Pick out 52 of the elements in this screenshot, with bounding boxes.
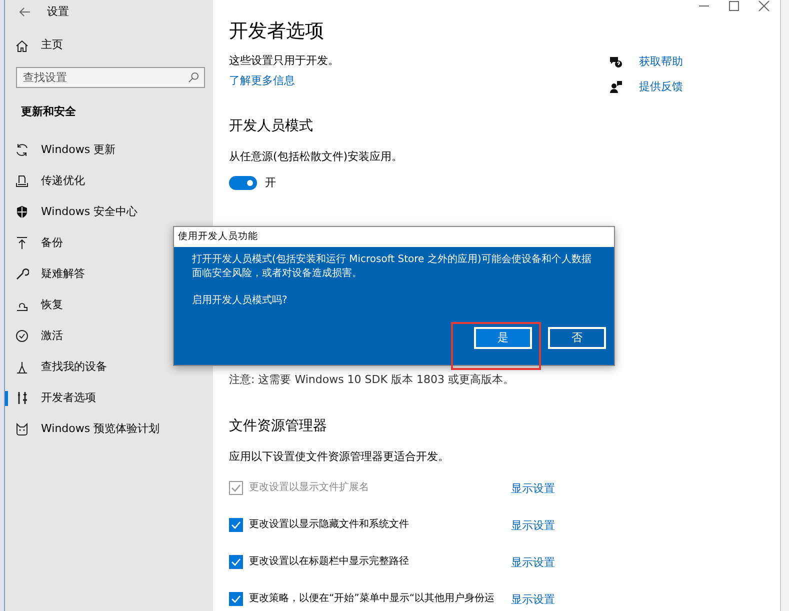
show-settings-link[interactable]: 显示设置 [511,592,555,609]
checkbox[interactable] [229,592,243,606]
checkbox-label: 更改设置以显示隐藏文件和系统文件 [249,518,410,532]
sidebar-item[interactable]: Windows 更新 [5,134,213,166]
description-text: 从任意源(包括松散文件)安装应用。 [229,148,404,165]
section-heading: 更新和安全 [21,104,77,120]
check-circle-icon [15,329,29,343]
checkbox-label: 更改设置以在标题栏中显示完整路径 [249,555,410,570]
chat-help-icon [609,55,623,70]
show-settings-link[interactable]: 显示设置 [511,518,555,535]
note-text: 注意: 这需要 Windows 10 SDK 版本 1803 或更高版本。 [229,372,515,388]
search-field[interactable]: 查找设置 [16,67,205,88]
wrench-icon [15,267,29,281]
intro-text: 这些设置只用于开发。 [229,52,340,69]
sync-icon [15,143,29,157]
cat-icon [15,422,29,436]
section-heading: 文件资源管理器 [229,418,328,435]
sidebar-item[interactable]: 传递优化 [5,166,213,196]
checkbox-label: 更改设置以显示文件扩展名 [249,481,370,496]
feedback-icon [609,80,623,94]
sidebar-item[interactable]: Windows 预览体验计划 [5,414,213,444]
section-heading: 开发人员模式 [229,118,314,135]
dialog-message: 打开开发人员模式(包括安装和运行 Microsoft Store 之外的应用)可能会使设备和个人数据面临安全风险，或者对设备造成损害。 [192,253,592,281]
search-icon [188,72,199,83]
checkbox[interactable] [229,518,243,532]
back-icon[interactable] [19,7,31,17]
page-title: 开发者选项 [229,20,325,43]
window-title: 设置 [47,4,69,20]
learn-more-link[interactable]: 了解更多信息 [229,74,295,88]
toggle-switch[interactable] [229,176,257,190]
home-link[interactable]: 主页 [5,30,213,61]
dialog-button[interactable]: 否 [548,327,606,349]
maximize-icon[interactable] [728,0,740,12]
dialog-button[interactable]: 是 [474,327,532,349]
dialog-question: 启用开发人员模式吗? [192,294,288,308]
toggle-label: 开 [265,175,276,192]
home-icon [15,38,29,52]
shield-icon [15,205,29,219]
upload-icon [15,236,29,250]
checkbox[interactable] [229,555,243,570]
sidebar-item[interactable]: 查找我的设备 [5,352,213,382]
help-link[interactable]: 提供反馈 [639,78,683,95]
dialog-title: 使用开发人员功能 [174,227,614,247]
sidebar-item[interactable]: 开发者选项 [5,382,213,414]
close-icon[interactable] [758,0,770,12]
tray-icon [15,174,29,188]
checkbox-label: 更改策略，以便在“开始”菜单中显示“以其他用户身份运 [249,592,496,606]
show-settings-link[interactable]: 显示设置 [511,555,555,572]
description-text: 应用以下设置使文件资源管理器更适合开发。 [229,448,450,465]
tools-icon [15,391,29,405]
help-link[interactable]: 获取帮助 [639,54,683,70]
sidebar-item[interactable]: 激活 [5,320,213,352]
